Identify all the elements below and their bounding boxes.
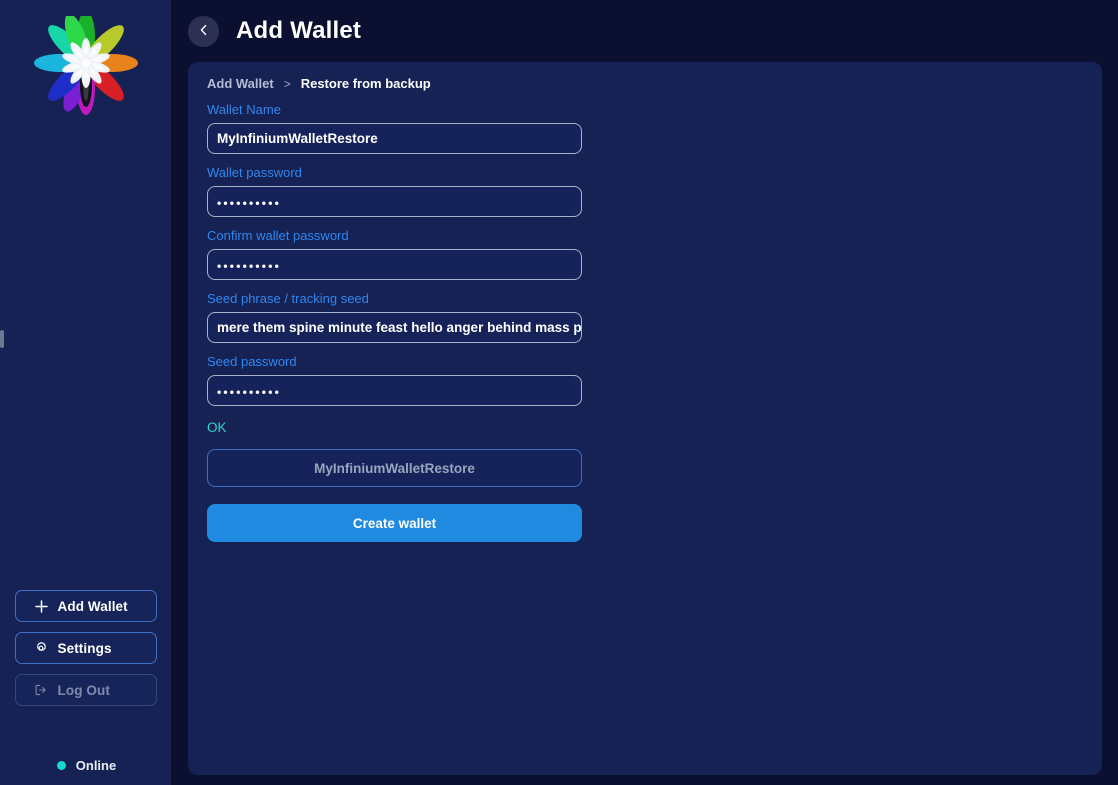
app-window: Add Wallet Settings Log Out Online Add W… [0, 0, 1118, 785]
chevron-left-icon [198, 24, 210, 39]
validation-status: OK [207, 420, 227, 435]
connection-status: Online [55, 758, 116, 773]
sidebar-item-log-out-label: Log Out [57, 682, 110, 698]
seed-phrase-input[interactable]: mere them spine minute feast hello anger… [207, 312, 582, 343]
sidebar-scrollbar-thumb[interactable] [0, 330, 4, 348]
wallet-password-label: Wallet password [207, 165, 302, 180]
sidebar-item-settings[interactable]: Settings [14, 632, 157, 664]
breadcrumb-current: Restore from backup [300, 76, 431, 91]
sidebar: Add Wallet Settings Log Out Online [0, 0, 171, 785]
restore-wallet-form: Wallet Name MyInfiniumWalletRestore Wall… [188, 91, 582, 542]
sidebar-item-log-out[interactable]: Log Out [14, 674, 157, 706]
confirm-wallet-password-label: Confirm wallet password [207, 228, 349, 243]
sidebar-item-add-wallet-label: Add Wallet [57, 598, 128, 614]
confirm-wallet-password-value: •••••••••• [217, 258, 282, 273]
connection-status-label: Online [75, 758, 117, 773]
breadcrumb-parent[interactable]: Add Wallet [207, 76, 274, 91]
sidebar-actions: Add Wallet Settings Log Out [0, 590, 171, 706]
top-bar: Add Wallet [171, 0, 1118, 62]
confirm-wallet-password-input[interactable]: •••••••••• [207, 249, 582, 280]
page-title: Add Wallet [236, 17, 362, 44]
content-panel: Add Wallet > Restore from backup Wallet … [188, 62, 1102, 775]
seed-phrase-value: mere them spine minute feast hello anger… [217, 320, 582, 335]
sidebar-item-add-wallet[interactable]: Add Wallet [14, 590, 157, 622]
wallet-name-result-button[interactable]: MyInfiniumWalletRestore [207, 449, 582, 487]
seed-password-label: Seed password [207, 354, 297, 369]
create-wallet-button[interactable]: Create wallet [207, 504, 582, 542]
seed-password-value: •••••••••• [217, 384, 282, 399]
seed-phrase-label: Seed phrase / tracking seed [207, 291, 369, 306]
back-button[interactable] [188, 15, 219, 47]
app-logo [31, 14, 141, 118]
main-area: Add Wallet Add Wallet > Restore from bac… [171, 0, 1118, 785]
wallet-name-value: MyInfiniumWalletRestore [217, 131, 378, 146]
wallet-name-label: Wallet Name [207, 102, 281, 117]
sidebar-item-settings-label: Settings [57, 640, 112, 656]
wallet-password-value: •••••••••• [217, 195, 282, 210]
gear-icon [34, 641, 49, 656]
logout-icon [34, 683, 49, 698]
wallet-name-input[interactable]: MyInfiniumWalletRestore [207, 123, 582, 154]
plus-icon [34, 599, 49, 614]
seed-password-input[interactable]: •••••••••• [207, 375, 582, 406]
online-status-dot [56, 761, 66, 770]
breadcrumb: Add Wallet > Restore from backup [188, 62, 1102, 91]
wallet-password-input[interactable]: •••••••••• [207, 186, 582, 217]
sidebar-scrollbar[interactable] [0, 0, 4, 785]
breadcrumb-separator-icon: > [283, 76, 291, 91]
